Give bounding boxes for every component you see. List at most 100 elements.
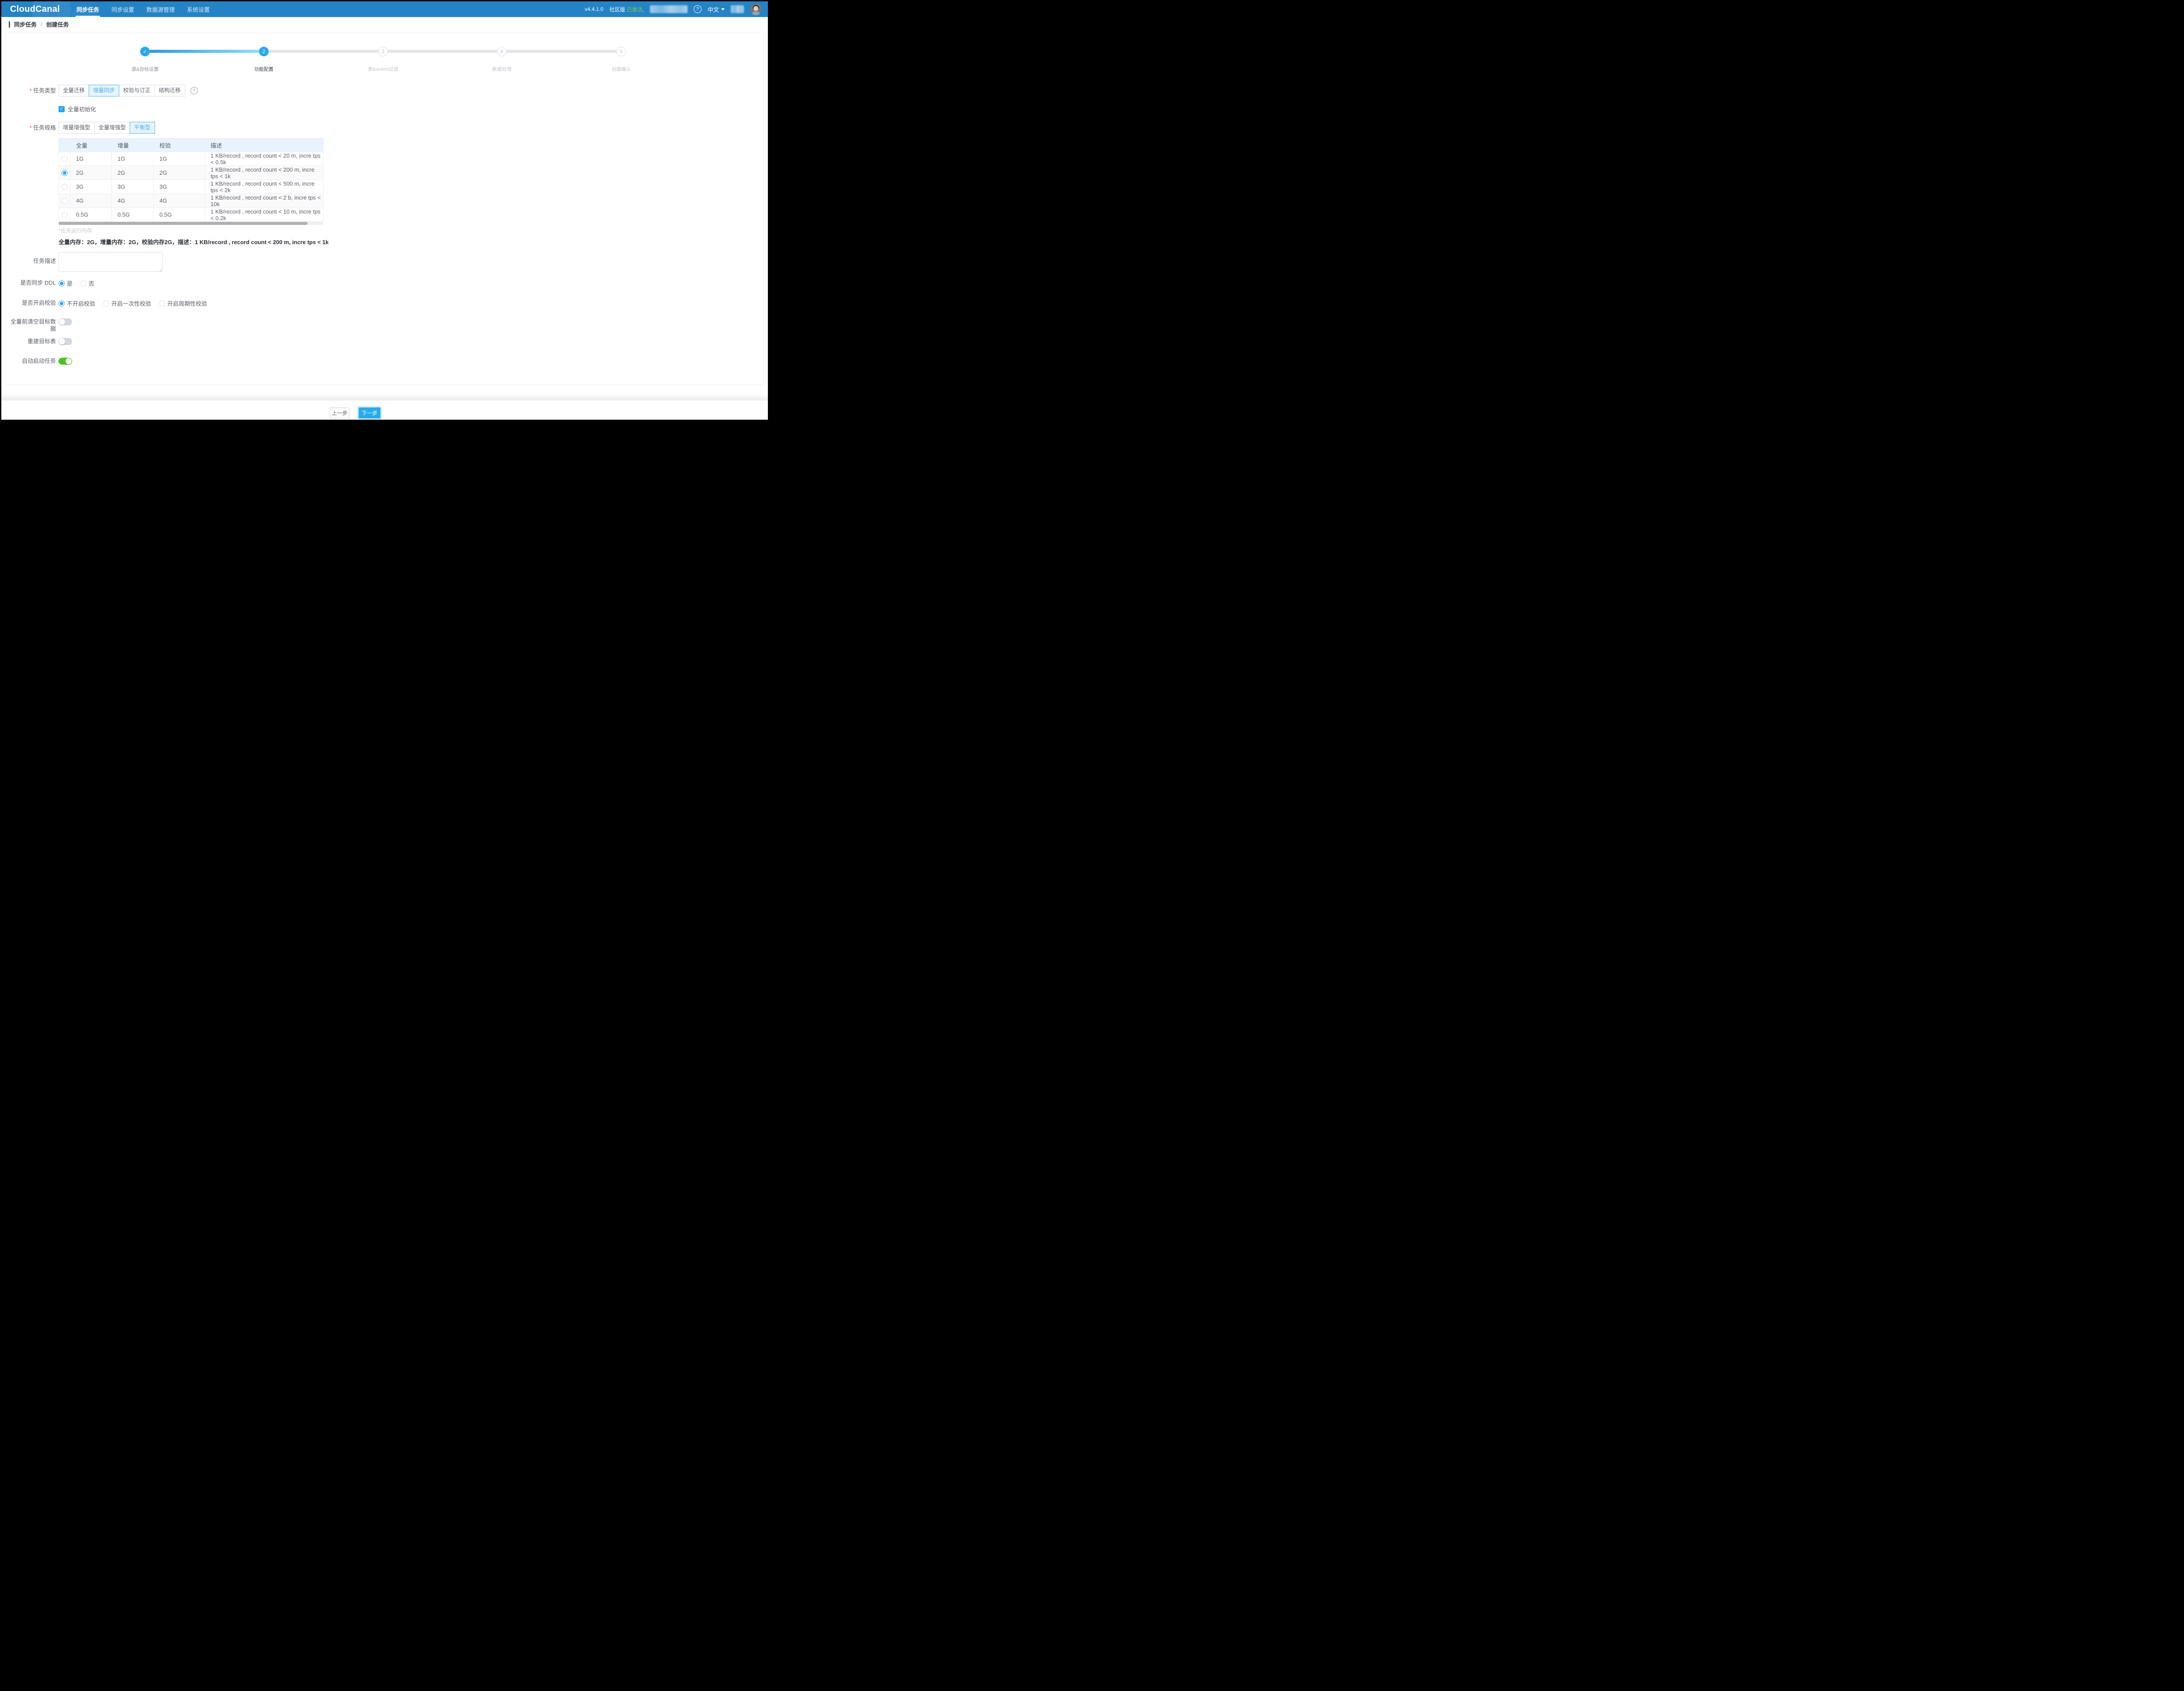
radio-label: 否 bbox=[89, 279, 94, 287]
next-step-button[interactable]: 下一步 bbox=[359, 407, 380, 418]
top-navbar: CloudCanal 同步任务 同步设置 数据源管理 系统设置 v4.4.1.0… bbox=[1, 1, 768, 17]
spec-row-05g[interactable]: 0.5G 0.5G 0.5G 1 KB/record , record coun… bbox=[59, 208, 324, 222]
cell-incr: 0.5G bbox=[117, 211, 130, 218]
spec-balanced[interactable]: 平衡型 bbox=[130, 122, 155, 134]
breadcrumb-sync-tasks[interactable]: 同步任务 bbox=[14, 20, 37, 28]
verify-option-once[interactable]: 开启一次性校验 bbox=[103, 299, 151, 307]
edition-status: 社区版 已激活, bbox=[609, 6, 644, 13]
table-horizontal-scrollbar[interactable] bbox=[59, 222, 323, 225]
step-5-circle: 5 bbox=[616, 47, 626, 56]
cell-full: 4G bbox=[76, 197, 83, 204]
breadcrumb-create-task: 创建任务 bbox=[46, 20, 69, 28]
edition-label: 社区版 bbox=[609, 7, 625, 13]
cell-check: 0.5G bbox=[159, 211, 172, 218]
ddl-option-no[interactable]: 否 bbox=[80, 279, 94, 287]
nav-item-sync-settings[interactable]: 同步设置 bbox=[105, 1, 140, 17]
step-4-label: 数据处理 bbox=[471, 66, 532, 72]
task-type-label: *任务类型 bbox=[6, 85, 56, 97]
scrollbar-thumb[interactable] bbox=[59, 222, 308, 225]
cell-incr: 3G bbox=[117, 183, 125, 190]
verify-option-none[interactable]: 不开启校验 bbox=[59, 299, 95, 307]
spec-radio-05g[interactable] bbox=[62, 212, 68, 218]
verify-row: 是否开启校验 不开启校验 开启一次性校验 开启周期性校验 bbox=[6, 299, 215, 307]
col-header-desc: 描述 bbox=[205, 138, 324, 152]
col-header-full: 全量 bbox=[70, 138, 112, 152]
help-icon[interactable]: ? bbox=[694, 5, 702, 13]
spec-incremental-enhanced[interactable]: 增量增强型 bbox=[59, 122, 95, 134]
ddl-option-yes[interactable]: 是 bbox=[59, 279, 73, 287]
language-selector[interactable]: 中文 bbox=[708, 5, 725, 14]
cell-incr: 1G bbox=[117, 155, 125, 162]
activation-suffix: , bbox=[643, 7, 644, 13]
breadcrumb: 同步任务 / 创建任务 bbox=[1, 17, 768, 31]
spec-row-1g[interactable]: 1G 1G 1G 1 KB/record , record count < 20… bbox=[59, 152, 324, 166]
cell-full: 1G bbox=[76, 155, 83, 162]
task-spec-label: *任务规格 bbox=[6, 122, 56, 134]
step-2-label: 功能配置 bbox=[233, 66, 294, 72]
nav-item-system-settings[interactable]: 系统设置 bbox=[181, 1, 216, 17]
cell-incr: 4G bbox=[117, 197, 125, 204]
rebuild-table-toggle[interactable] bbox=[59, 338, 72, 345]
full-init-checkbox[interactable]: ✓ bbox=[59, 106, 65, 112]
cell-full: 3G bbox=[76, 183, 83, 190]
clear-target-label: 全量前清空目标数据 bbox=[6, 318, 56, 332]
spec-full-enhanced[interactable]: 全量增强型 bbox=[94, 122, 131, 134]
full-init-label[interactable]: 全量初始化 bbox=[68, 105, 96, 113]
verify-option-periodic[interactable]: 开启周期性校验 bbox=[159, 299, 207, 307]
auto-start-row: 自动启动任务 bbox=[6, 358, 72, 365]
spec-row-2g-selected[interactable]: 2G 2G 2G 1 KB/record , record count < 20… bbox=[59, 166, 324, 180]
main-menu: 同步任务 同步设置 数据源管理 系统设置 bbox=[70, 1, 216, 17]
step-connector bbox=[388, 50, 497, 53]
radio-label: 开启一次性校验 bbox=[111, 299, 151, 307]
spec-radio-2g[interactable] bbox=[62, 170, 68, 176]
wizard-footer: 上一步 下一步 bbox=[1, 400, 768, 420]
spec-row-4g[interactable]: 4G 4G 4G 1 KB/record , record count < 2 … bbox=[59, 194, 324, 208]
verify-radio-periodic[interactable] bbox=[159, 300, 165, 307]
task-desc-row: 任务描述 bbox=[6, 252, 163, 274]
spec-row-3g[interactable]: 3G 3G 3G 1 KB/record , record count < 50… bbox=[59, 180, 324, 194]
step-number: 5 bbox=[620, 48, 623, 55]
version-label: v4.4.1.0 bbox=[585, 6, 604, 12]
task-desc-textarea[interactable] bbox=[59, 252, 163, 272]
prev-step-button[interactable]: 上一步 bbox=[330, 407, 349, 418]
task-desc-label: 任务描述 bbox=[6, 252, 56, 265]
spec-radio-1g[interactable] bbox=[62, 156, 68, 162]
footer-shadow bbox=[1, 393, 768, 400]
radio-label: 不开启校验 bbox=[67, 299, 95, 307]
step-4-circle: 4 bbox=[497, 47, 507, 56]
spec-table: 全量 增量 校验 描述 1G 1G 1G 1 KB/record , recor… bbox=[59, 138, 324, 222]
step-3-circle: 3 bbox=[378, 47, 388, 56]
task-type-structure-migration[interactable]: 结构迁移 bbox=[155, 85, 185, 97]
memory-summary: 全量内存：2G，增量内存：2G，校验内存2G，描述：1 KB/record , … bbox=[59, 238, 328, 246]
step-connector-done bbox=[150, 50, 259, 53]
nav-item-sync-tasks[interactable]: 同步任务 bbox=[70, 1, 105, 17]
ddl-radio-no[interactable] bbox=[80, 280, 86, 286]
verify-radio-none[interactable] bbox=[59, 300, 65, 307]
nav-item-datasource-management[interactable]: 数据源管理 bbox=[140, 1, 181, 17]
spec-radio-3g[interactable] bbox=[62, 184, 68, 190]
verify-radio-once[interactable] bbox=[103, 300, 109, 307]
chevron-down-icon bbox=[721, 8, 725, 10]
task-type-incremental-sync[interactable]: 增量同步 bbox=[89, 85, 119, 97]
spec-radio-4g[interactable] bbox=[62, 198, 68, 204]
radio-label: 是 bbox=[67, 279, 73, 287]
spec-table-header-row: 全量 增量 校验 描述 bbox=[59, 138, 324, 152]
cloudcanal-logo[interactable]: CloudCanal bbox=[1, 4, 70, 14]
breadcrumb-accent-bar bbox=[9, 21, 10, 28]
ddl-row: 是否同步 DDL 是 否 bbox=[6, 279, 102, 287]
auto-start-toggle[interactable] bbox=[59, 358, 72, 365]
cell-check: 1G bbox=[159, 155, 167, 162]
task-type-full-migration[interactable]: 全量迁移 bbox=[59, 85, 89, 97]
question-icon[interactable]: ? bbox=[190, 87, 198, 94]
clear-target-toggle[interactable] bbox=[59, 318, 72, 325]
ddl-radio-yes[interactable] bbox=[59, 280, 65, 286]
task-type-verify-correct[interactable]: 校验与订正 bbox=[119, 85, 155, 97]
activation-status: 已激活 bbox=[627, 7, 643, 13]
cell-check: 4G bbox=[159, 197, 167, 204]
required-asterisk: * bbox=[30, 124, 32, 131]
language-label: 中文 bbox=[708, 5, 719, 14]
step-1-label: 源&目标设置 bbox=[114, 66, 176, 72]
avatar[interactable] bbox=[750, 3, 762, 15]
step-3-label: 表&action过滤 bbox=[352, 66, 414, 72]
cell-desc: 1 KB/record , record count < 20 m, incre… bbox=[211, 152, 321, 166]
